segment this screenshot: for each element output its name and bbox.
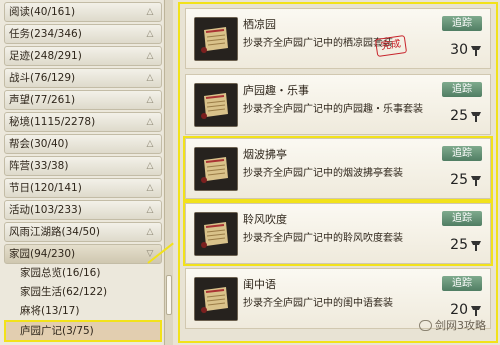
category-homeland[interactable]: 家园(94/230) ▽ [4, 244, 162, 264]
category-label: 声望(77/261) [9, 94, 76, 106]
points-value: 25 [450, 108, 468, 124]
chevron-up-icon[interactable]: △ [143, 203, 157, 217]
subitem-label: 麻将(13/17) [20, 305, 80, 317]
achievement-name: 栖凉园 [243, 18, 276, 31]
chevron-up-icon[interactable]: △ [143, 49, 157, 63]
scroll-icon [194, 147, 238, 191]
scrollbar-thumb[interactable] [166, 275, 172, 315]
category-reading[interactable]: 阅读(40/161) △ [4, 2, 162, 22]
chevron-up-icon[interactable]: △ [143, 159, 157, 173]
scroll-icon [194, 212, 238, 256]
track-button[interactable]: 追踪 [442, 146, 482, 161]
achievement-points: 30 [450, 42, 482, 58]
achievement-name: 庐园趣・乐事 [243, 84, 309, 97]
category-label: 风雨江湖路(34/50) [9, 226, 100, 238]
points-value: 20 [450, 302, 468, 318]
scroll-icon [194, 83, 238, 127]
chevron-up-icon[interactable]: △ [143, 181, 157, 195]
chevron-up-icon[interactable]: △ [143, 93, 157, 107]
achievement-name: 闺中语 [243, 278, 276, 291]
category-camp[interactable]: 阵营(33/38) △ [4, 156, 162, 176]
category-dungeon[interactable]: 秘境(1115/2278) △ [4, 112, 162, 132]
wechat-icon [419, 319, 432, 331]
completed-stamp: 完成 [374, 34, 408, 58]
points-value: 30 [450, 42, 468, 58]
scroll-icon [194, 277, 238, 321]
scroll-icon [194, 17, 238, 61]
track-button[interactable]: 追踪 [442, 82, 482, 97]
achievement-points: 25 [450, 108, 482, 124]
category-label: 秘境(1115/2278) [9, 116, 96, 128]
chevron-up-icon[interactable]: △ [143, 71, 157, 85]
chevron-up-icon[interactable]: △ [143, 115, 157, 129]
watermark-text: 剑网3攻略 [435, 319, 486, 332]
track-button[interactable]: 追踪 [442, 276, 482, 291]
subitem-luyuan-records[interactable]: 庐园广记(3/75) [4, 320, 162, 342]
category-label: 家园(94/230) [9, 248, 76, 260]
achievement-name: 聆风吹度 [243, 213, 287, 226]
category-sidebar: 阅读(40/161) △ 任务(234/346) △ 足迹(248/291) △ 战斗… [0, 0, 163, 345]
achievement-list-panel: 栖凉园 抄录齐全庐园广记中的栖凉园套装 完成 追踪 30 庐园趣・乐事 抄录齐全… [178, 2, 498, 343]
achievement-item[interactable]: 栖凉园 抄录齐全庐园广记中的栖凉园套装 完成 追踪 30 [185, 8, 491, 69]
watermark: 剑网3攻略 [419, 317, 486, 333]
chevron-up-icon[interactable]: △ [143, 27, 157, 41]
category-label: 阵营(33/38) [9, 160, 69, 172]
achievement-name: 烟波拂亭 [243, 148, 287, 161]
category-combat[interactable]: 战斗(76/129) △ [4, 68, 162, 88]
category-label: 活动(103/233) [9, 204, 82, 216]
achievement-points: 25 [450, 237, 482, 253]
chevron-up-icon[interactable]: △ [143, 225, 157, 239]
category-festival[interactable]: 节日(120/141) △ [4, 178, 162, 198]
category-guild[interactable]: 帮会(30/40) △ [4, 134, 162, 154]
category-reputation[interactable]: 声望(77/261) △ [4, 90, 162, 110]
track-button[interactable]: 追踪 [442, 211, 482, 226]
achievement-item[interactable]: 聆风吹度 抄录齐全庐园广记中的聆风吹度套装 追踪 25 [183, 201, 493, 266]
category-label: 战斗(76/129) [9, 72, 76, 84]
category-activity[interactable]: 活动(103/233) △ [4, 200, 162, 220]
chevron-up-icon[interactable]: △ [143, 5, 157, 19]
achievement-description: 抄录齐全庐园广记中的闺中语套装 [243, 298, 393, 309]
achievement-points: 20 [450, 302, 482, 318]
points-value: 25 [450, 172, 468, 188]
achievement-item[interactable]: 庐园趣・乐事 抄录齐全庐园广记中的庐园趣・乐事套装 追踪 25 [185, 74, 491, 135]
category-label: 足迹(248/291) [9, 50, 82, 62]
sidebar-scrollbar[interactable] [164, 0, 173, 345]
category-jianghu-road[interactable]: 风雨江湖路(34/50) △ [4, 222, 162, 242]
category-label: 任务(234/346) [9, 28, 82, 40]
subitem-label: 家园总览(16/16) [20, 267, 101, 279]
achievement-description: 抄录齐全庐园广记中的栖凉园套装 [243, 38, 393, 49]
achievement-description: 抄录齐全庐园广记中的庐园趣・乐事套装 [243, 104, 423, 115]
points-value: 25 [450, 237, 468, 253]
category-footprint[interactable]: 足迹(248/291) △ [4, 46, 162, 66]
achievement-description: 抄录齐全庐园广记中的烟波拂亭套装 [243, 168, 403, 179]
coin-icon [471, 305, 481, 316]
subitem-mahjong[interactable]: 麻将(13/17) [20, 302, 162, 320]
subitem-label: 庐园广记(3/75) [20, 325, 94, 337]
coin-icon [471, 240, 481, 251]
track-button[interactable]: 追踪 [442, 16, 482, 31]
achievement-points: 25 [450, 172, 482, 188]
category-label: 节日(120/141) [9, 182, 82, 194]
chevron-up-icon[interactable]: △ [143, 137, 157, 151]
category-label: 阅读(40/161) [9, 6, 76, 18]
coin-icon [471, 175, 481, 186]
coin-icon [471, 45, 481, 56]
category-label: 帮会(30/40) [9, 138, 69, 150]
subitem-label: 家园生活(62/122) [20, 286, 108, 298]
subitem-homeland-overview[interactable]: 家园总览(16/16) [20, 264, 162, 282]
subitem-homeland-life[interactable]: 家园生活(62/122) [20, 283, 162, 301]
achievement-description: 抄录齐全庐园广记中的聆风吹度套装 [243, 233, 403, 244]
achievement-item[interactable]: 烟波拂亭 抄录齐全庐园广记中的烟波拂亭套装 追踪 25 [183, 136, 493, 201]
coin-icon [471, 111, 481, 122]
category-quest[interactable]: 任务(234/346) △ [4, 24, 162, 44]
